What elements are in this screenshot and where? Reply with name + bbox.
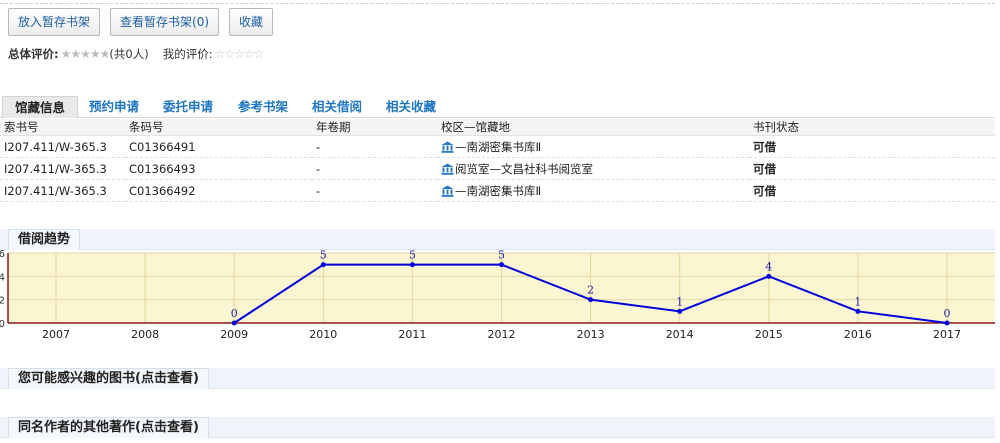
trend-section-title: 借阅趋势 [8, 229, 81, 250]
tab-reserve[interactable]: 预约申请 [89, 96, 139, 118]
overall-rating-label: 总体评价: [8, 47, 59, 61]
data-point [588, 297, 594, 303]
action-bar: 放入暂存书架 查看暂存书架(0) 收藏 [8, 8, 274, 36]
add-to-shelf-button[interactable]: 放入暂存书架 [8, 8, 101, 36]
holdings-table: 索书号 条码号 年卷期 校区—馆藏地 书刊状态 I207.411/W-365.3… [0, 119, 995, 202]
tab-holdings[interactable]: 馆藏信息 [2, 96, 79, 118]
call-number: I207.411/W-365.3 [0, 157, 125, 180]
volume: - [312, 135, 437, 158]
overall-rating-count: (共0人) [109, 47, 149, 61]
tab-related-favorites[interactable]: 相关收藏 [386, 96, 436, 118]
call-number: I207.411/W-365.3 [0, 135, 125, 158]
data-point [944, 320, 950, 326]
call-number: I207.411/W-365.3 [0, 179, 125, 202]
borrow-trend-chart: 0 2 4 6 2007 2008 2009 2010 2011 2012 2013 2014 2015… [0, 250, 995, 345]
data-point [409, 262, 415, 268]
location-text: —南湖密集书库Ⅱ [455, 183, 542, 198]
location-cell: —南湖密集书库Ⅱ [437, 135, 749, 158]
x-tick-label: 2009 [220, 328, 248, 341]
trend-section-header: 借阅趋势 [0, 229, 995, 250]
y-tick-label: 6 [0, 250, 5, 260]
tab-delegate[interactable]: 委托申请 [163, 96, 213, 118]
view-shelf-button[interactable]: 查看暂存书架(0) [110, 8, 220, 36]
interest-section-header: 您可能感兴趣的图书(点击查看) [0, 368, 995, 389]
x-tick-label: 2016 [844, 328, 872, 341]
data-label: 5 [409, 250, 416, 262]
data-label: 5 [320, 250, 327, 262]
overall-rating-stars-icon: ★★★★★ [60, 47, 111, 61]
x-tick-label: 2017 [933, 328, 961, 341]
x-tick-label: 2015 [755, 328, 783, 341]
table-row: I207.411/W-365.3 C01366493 - 阅览室—文昌社科书阅览… [0, 157, 995, 180]
tab-reference-shelf[interactable]: 参考书架 [238, 96, 288, 118]
my-rating-stars-icon[interactable]: ☆☆☆☆☆ [215, 47, 265, 61]
status-available: 可借 [749, 135, 995, 158]
same-author-section-title[interactable]: 同名作者的其他著作(点击查看) [8, 417, 209, 438]
volume: - [312, 179, 437, 202]
barcode: C01366491 [125, 135, 312, 158]
interest-section-title[interactable]: 您可能感兴趣的图书(点击查看) [8, 368, 209, 389]
table-row: I207.411/W-365.3 C01366492 - —南湖密集书库Ⅱ 可借 [0, 179, 995, 202]
favorite-button[interactable]: 收藏 [229, 8, 274, 36]
borrow-trend-svg: 02462007 2008 2009 2010 2011 2012 2013 2014 2015… [0, 250, 995, 341]
data-label: 4 [765, 260, 772, 273]
data-label: 0 [231, 307, 238, 320]
location-cell: 阅览室—文昌社科书阅览室 [437, 157, 749, 180]
col-call-number: 索书号 [0, 119, 125, 136]
x-tick-label: 2013 [577, 328, 605, 341]
col-status: 书刊状态 [749, 119, 995, 136]
col-volume: 年卷期 [312, 119, 437, 136]
x-tick-label: 2012 [488, 328, 516, 341]
same-author-section-header: 同名作者的其他著作(点击查看) [0, 417, 995, 438]
col-barcode: 条码号 [125, 119, 312, 136]
data-point [766, 273, 772, 279]
y-tick-label: 0 [0, 319, 5, 330]
status-available: 可借 [749, 179, 995, 202]
x-tick-label: 2014 [666, 328, 694, 341]
data-point [320, 262, 326, 268]
data-label: 1 [676, 295, 683, 308]
library-building-icon[interactable] [441, 141, 454, 153]
barcode: C01366493 [125, 157, 312, 180]
y-tick-label: 2 [0, 296, 5, 307]
data-label: 0 [944, 307, 951, 320]
data-point [855, 308, 861, 314]
x-tick-label: 2007 [42, 328, 70, 341]
location-text: —南湖密集书库Ⅱ [455, 139, 542, 154]
library-building-icon[interactable] [441, 185, 454, 197]
location-cell: —南湖密集书库Ⅱ [437, 179, 749, 202]
x-tick-label: 2011 [398, 328, 426, 341]
y-tick-label: 4 [0, 272, 5, 283]
location-text: 阅览室—文昌社科书阅览室 [455, 161, 593, 176]
data-point [231, 320, 237, 326]
top-divider [0, 3, 995, 4]
library-building-icon[interactable] [441, 163, 454, 175]
data-label: 1 [854, 295, 861, 308]
table-row: I207.411/W-365.3 C01366491 - —南湖密集书库Ⅱ 可借 [0, 135, 995, 158]
col-location: 校区—馆藏地 [437, 119, 749, 136]
table-header-row: 索书号 条码号 年卷期 校区—馆藏地 书刊状态 [0, 119, 995, 136]
status-available: 可借 [749, 157, 995, 180]
x-tick-label: 2008 [131, 328, 159, 341]
data-point [677, 308, 683, 314]
data-label: 2 [587, 284, 594, 297]
data-point [499, 262, 504, 268]
tab-related-borrowing[interactable]: 相关借阅 [312, 96, 362, 118]
data-label: 5 [498, 250, 505, 262]
info-tabs: 馆藏信息 预约申请 委托申请 参考书架 相关借阅 相关收藏 [0, 96, 995, 118]
my-rating-label: 我的评价: [162, 47, 213, 61]
barcode: C01366492 [125, 179, 312, 202]
volume: - [312, 157, 437, 180]
rating-bar: 总体评价: ★★★★★ (共0人) 我的评价: ☆☆☆☆☆ [8, 46, 265, 62]
x-tick-label: 2010 [309, 328, 337, 341]
